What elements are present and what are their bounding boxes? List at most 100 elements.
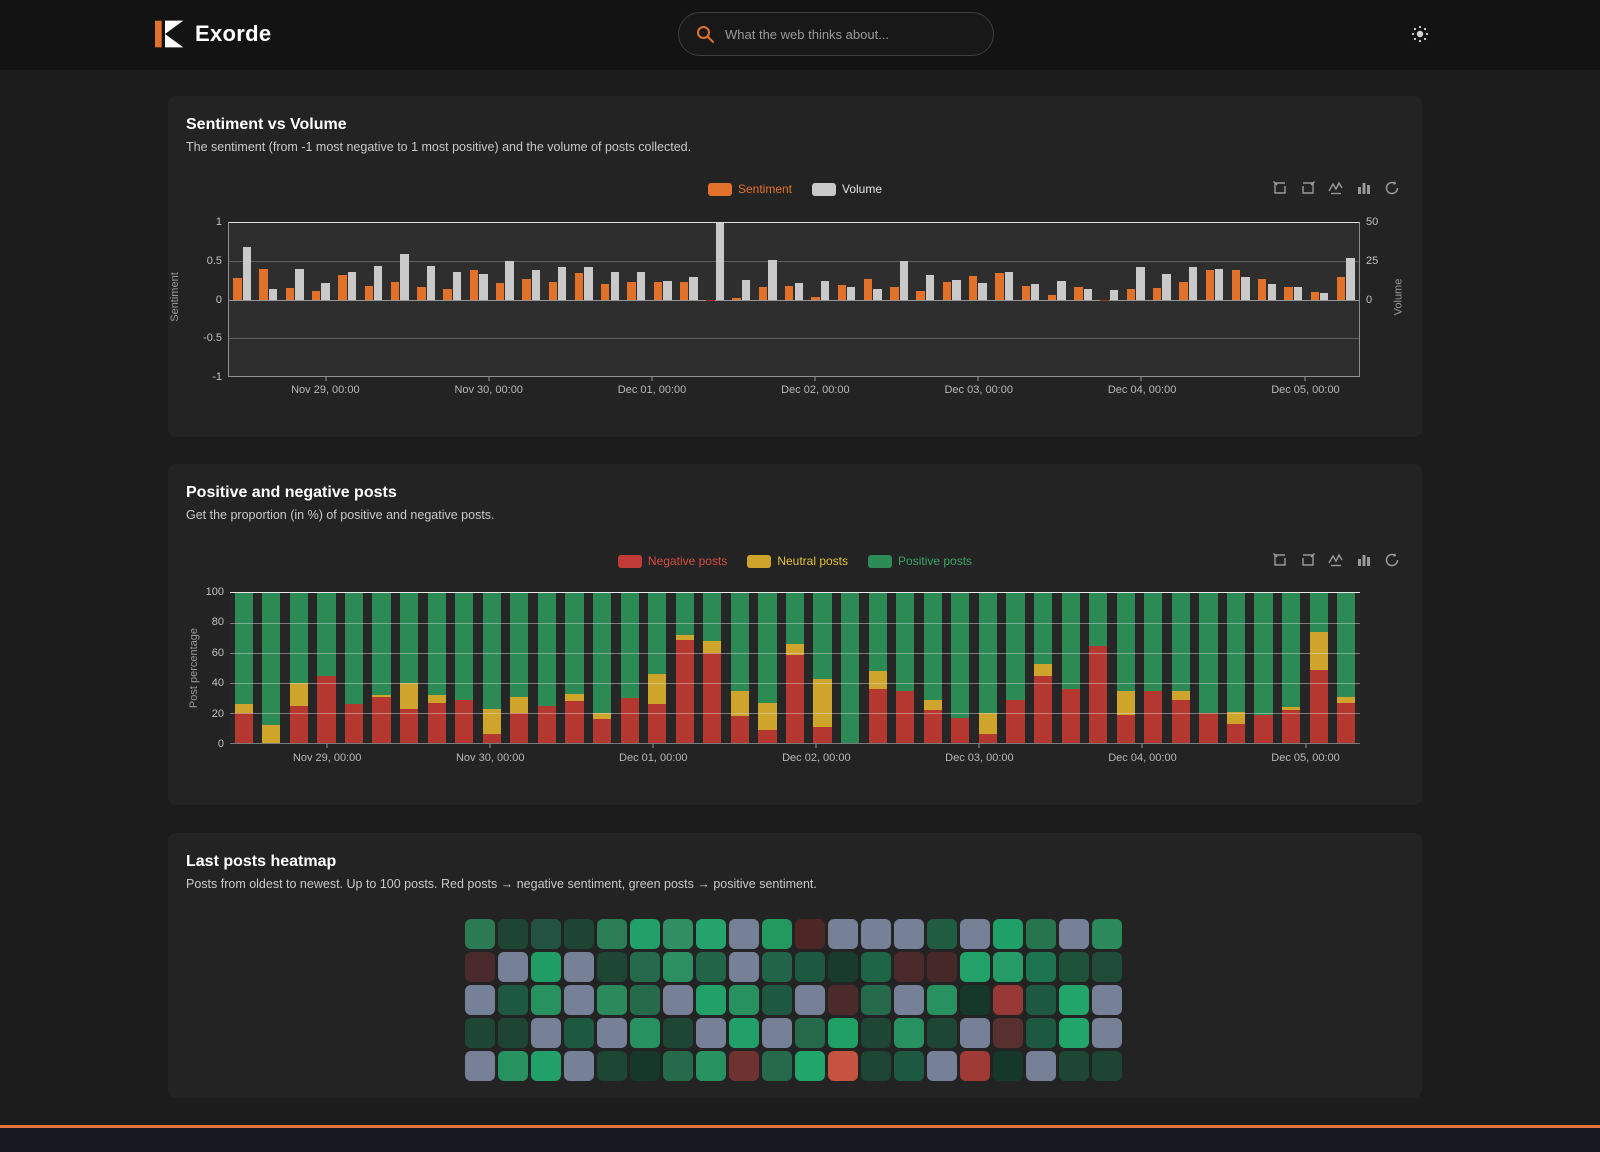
- post-cell[interactable]: [762, 985, 792, 1015]
- post-cell[interactable]: [564, 1018, 594, 1048]
- post-cell[interactable]: [696, 1018, 726, 1048]
- post-cell[interactable]: [630, 1051, 660, 1081]
- post-cell[interactable]: [1026, 985, 1056, 1015]
- post-cell[interactable]: [993, 919, 1023, 949]
- post-cell[interactable]: [828, 985, 858, 1015]
- post-cell[interactable]: [828, 952, 858, 982]
- post-cell[interactable]: [762, 1018, 792, 1048]
- zoom-reset-icon[interactable]: [1300, 552, 1316, 568]
- post-cell[interactable]: [696, 985, 726, 1015]
- post-cell[interactable]: [993, 1051, 1023, 1081]
- post-cell[interactable]: [531, 985, 561, 1015]
- legend-item[interactable]: Volume: [812, 182, 882, 196]
- post-cell[interactable]: [927, 1018, 957, 1048]
- post-cell[interactable]: [1026, 1018, 1056, 1048]
- post-cell[interactable]: [531, 1051, 561, 1081]
- line-chart-icon[interactable]: [1328, 180, 1344, 196]
- sentiment-volume-plot[interactable]: [228, 222, 1360, 377]
- post-cell[interactable]: [498, 985, 528, 1015]
- post-cell[interactable]: [762, 952, 792, 982]
- post-cell[interactable]: [960, 952, 990, 982]
- post-cell[interactable]: [498, 919, 528, 949]
- post-cell[interactable]: [795, 1018, 825, 1048]
- post-cell[interactable]: [828, 919, 858, 949]
- legend-item[interactable]: Sentiment: [708, 182, 792, 196]
- post-cell[interactable]: [894, 1018, 924, 1048]
- post-cell[interactable]: [1026, 919, 1056, 949]
- post-cell[interactable]: [498, 1051, 528, 1081]
- post-cell[interactable]: [465, 919, 495, 949]
- post-cell[interactable]: [927, 952, 957, 982]
- bar-chart-icon[interactable]: [1356, 552, 1372, 568]
- post-cell[interactable]: [630, 985, 660, 1015]
- post-cell[interactable]: [729, 952, 759, 982]
- post-cell[interactable]: [927, 985, 957, 1015]
- post-cell[interactable]: [960, 1018, 990, 1048]
- post-cell[interactable]: [564, 1051, 594, 1081]
- post-cell[interactable]: [1092, 985, 1122, 1015]
- post-cell[interactable]: [729, 1051, 759, 1081]
- post-cell[interactable]: [795, 1051, 825, 1081]
- post-cell[interactable]: [696, 1051, 726, 1081]
- post-cell[interactable]: [663, 952, 693, 982]
- zoom-in-icon[interactable]: [1272, 180, 1288, 196]
- post-cell[interactable]: [861, 1051, 891, 1081]
- post-cell[interactable]: [894, 919, 924, 949]
- post-cell[interactable]: [663, 1051, 693, 1081]
- post-cell[interactable]: [795, 985, 825, 1015]
- post-cell[interactable]: [663, 985, 693, 1015]
- post-cell[interactable]: [894, 1051, 924, 1081]
- post-cell[interactable]: [927, 1051, 957, 1081]
- post-cell[interactable]: [762, 919, 792, 949]
- theme-toggle-button[interactable]: [1406, 20, 1434, 48]
- post-cell[interactable]: [960, 919, 990, 949]
- post-cell[interactable]: [696, 952, 726, 982]
- post-cell[interactable]: [597, 985, 627, 1015]
- post-cell[interactable]: [696, 919, 726, 949]
- post-cell[interactable]: [960, 985, 990, 1015]
- refresh-icon[interactable]: [1384, 180, 1400, 196]
- post-cell[interactable]: [1092, 1051, 1122, 1081]
- post-cell[interactable]: [1059, 985, 1089, 1015]
- post-cell[interactable]: [993, 952, 1023, 982]
- post-cell[interactable]: [465, 1018, 495, 1048]
- post-cell[interactable]: [1092, 919, 1122, 949]
- post-cell[interactable]: [828, 1051, 858, 1081]
- post-cell[interactable]: [663, 1018, 693, 1048]
- search-bar[interactable]: [678, 12, 994, 56]
- line-chart-icon[interactable]: [1328, 552, 1344, 568]
- post-cell[interactable]: [927, 919, 957, 949]
- bar-chart-icon[interactable]: [1356, 180, 1372, 196]
- post-cell[interactable]: [630, 919, 660, 949]
- post-cell[interactable]: [861, 985, 891, 1015]
- post-cell[interactable]: [1059, 1018, 1089, 1048]
- post-cell[interactable]: [597, 919, 627, 949]
- zoom-in-icon[interactable]: [1272, 552, 1288, 568]
- post-cell[interactable]: [795, 919, 825, 949]
- post-cell[interactable]: [465, 1051, 495, 1081]
- post-cell[interactable]: [663, 919, 693, 949]
- legend-item[interactable]: Positive posts: [868, 554, 972, 568]
- post-cell[interactable]: [795, 952, 825, 982]
- refresh-icon[interactable]: [1384, 552, 1400, 568]
- post-cell[interactable]: [1026, 952, 1056, 982]
- post-cell[interactable]: [531, 952, 561, 982]
- post-cell[interactable]: [828, 1018, 858, 1048]
- post-cell[interactable]: [894, 985, 924, 1015]
- post-cell[interactable]: [729, 919, 759, 949]
- post-cell[interactable]: [465, 985, 495, 1015]
- post-cell[interactable]: [762, 1051, 792, 1081]
- stacked-posts-plot[interactable]: [230, 592, 1360, 744]
- post-cell[interactable]: [960, 1051, 990, 1081]
- post-cell[interactable]: [1092, 952, 1122, 982]
- post-cell[interactable]: [630, 952, 660, 982]
- post-cell[interactable]: [993, 1018, 1023, 1048]
- exorde-logo[interactable]: Exorde: [155, 17, 271, 51]
- search-input[interactable]: [725, 27, 977, 42]
- post-cell[interactable]: [861, 919, 891, 949]
- post-cell[interactable]: [630, 1018, 660, 1048]
- post-cell[interactable]: [729, 985, 759, 1015]
- post-cell[interactable]: [1059, 1051, 1089, 1081]
- post-cell[interactable]: [498, 952, 528, 982]
- post-cell[interactable]: [1026, 1051, 1056, 1081]
